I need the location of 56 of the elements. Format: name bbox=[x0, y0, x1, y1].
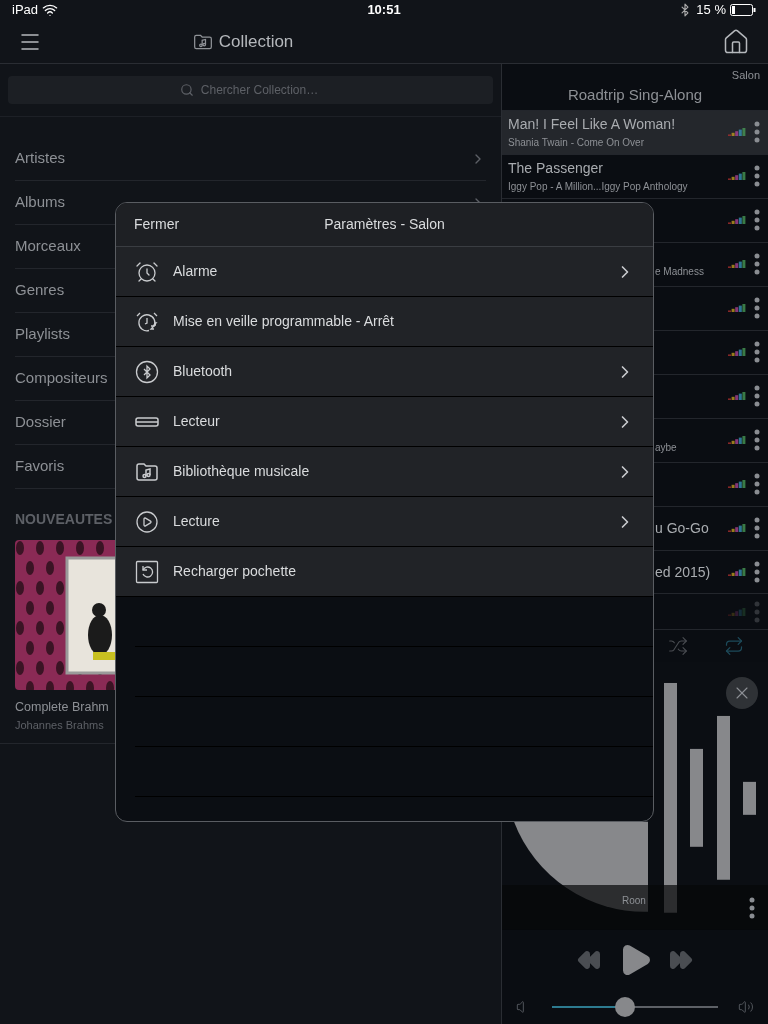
playlist-title: Roadtrip Sing-Along bbox=[566, 84, 704, 105]
volume-slider[interactable] bbox=[552, 997, 718, 1018]
battery-percentage: 15 % bbox=[696, 1, 726, 20]
settings-item[interactable]: Lecteur bbox=[116, 397, 653, 447]
service-logo-icon bbox=[728, 171, 746, 182]
queue-row[interactable]: The Passenger Iggy Pop - A Million...Iggy Pop Anthology bbox=[502, 154, 768, 199]
browse-item[interactable]: Artistes bbox=[15, 137, 486, 181]
zone-name: Salon bbox=[730, 68, 761, 83]
more-options-icon[interactable] bbox=[754, 297, 760, 320]
more-options-icon[interactable] bbox=[749, 896, 755, 919]
more-options-icon[interactable] bbox=[754, 121, 760, 144]
search-icon bbox=[180, 83, 194, 97]
settings-item[interactable]: Recharger pochette bbox=[116, 547, 653, 597]
more-options-icon[interactable] bbox=[754, 385, 760, 408]
device-name: iPad bbox=[12, 1, 39, 20]
more-options-icon[interactable] bbox=[754, 429, 760, 452]
clock-time: 10:51 bbox=[367, 1, 401, 20]
volume-thumb[interactable] bbox=[615, 997, 636, 1018]
service-logo-icon bbox=[728, 127, 746, 138]
service-logo-icon bbox=[728, 479, 746, 490]
service-logo-icon bbox=[728, 523, 746, 534]
reload-icon bbox=[135, 559, 159, 584]
more-options-icon[interactable] bbox=[754, 253, 760, 276]
battery-icon bbox=[730, 4, 756, 16]
album-title: Complete Brahm bbox=[15, 699, 109, 716]
bluetooth-icon bbox=[135, 359, 159, 384]
more-options-icon[interactable] bbox=[754, 517, 760, 540]
service-logo-icon bbox=[728, 567, 746, 577]
more-options-icon[interactable] bbox=[754, 561, 760, 583]
service-logo-icon bbox=[728, 303, 746, 314]
more-options-icon[interactable] bbox=[754, 341, 760, 364]
search-field[interactable]: Chercher Collection… bbox=[8, 76, 493, 104]
service-logo-icon bbox=[728, 347, 746, 358]
queue-row[interactable]: Man! I Feel Like A Woman! Shania Twain - Come On Over bbox=[502, 111, 768, 155]
settings-item[interactable]: Lecture bbox=[116, 497, 653, 547]
settings-item[interactable]: Mise en veille programmable - Arrêt bbox=[116, 297, 653, 347]
section-title: NOUVEAUTES bbox=[15, 510, 113, 529]
service-logo-icon bbox=[728, 215, 746, 226]
page-title: Collection bbox=[218, 30, 294, 53]
more-options-icon[interactable] bbox=[754, 473, 760, 496]
service-logo-icon bbox=[728, 391, 746, 402]
zone-label: Roon bbox=[622, 894, 646, 909]
play-circle-icon bbox=[135, 509, 159, 534]
home-icon[interactable] bbox=[722, 27, 750, 56]
service-logo-icon bbox=[728, 606, 746, 617]
settings-item[interactable]: Alarme bbox=[116, 247, 653, 297]
album-artist: Johannes Brahms bbox=[15, 717, 105, 733]
service-logo-icon bbox=[728, 259, 746, 270]
settings-item[interactable]: Bibliothèque musicale bbox=[116, 447, 653, 497]
more-options-icon[interactable] bbox=[754, 165, 760, 188]
settings-item[interactable]: Bluetooth bbox=[116, 347, 653, 397]
close-button[interactable]: Fermer bbox=[134, 214, 180, 235]
wifi-icon bbox=[42, 2, 59, 18]
dialog-title: Paramètres - Salon bbox=[324, 215, 445, 234]
more-options-icon[interactable] bbox=[754, 209, 760, 232]
service-logo-icon bbox=[728, 435, 746, 446]
